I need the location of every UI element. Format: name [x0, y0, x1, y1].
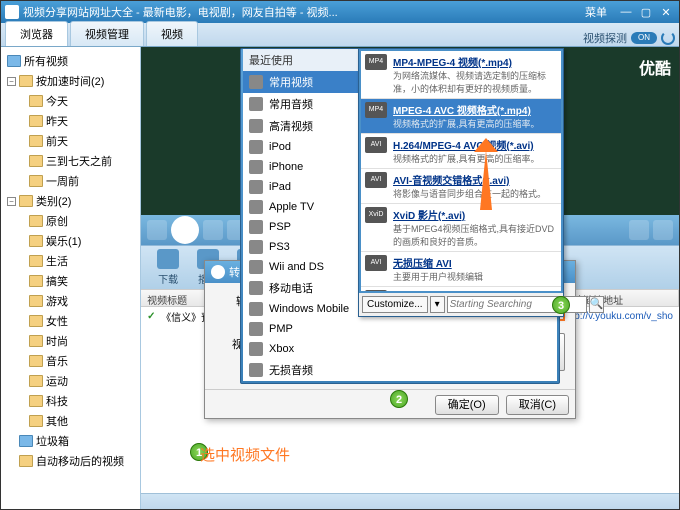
format-item[interactable]: MP4MPEG-4 AVC 视频格式(*.mp4)视频格式的扩展,具有更高的压缩… — [361, 99, 561, 134]
format-item[interactable]: AVI无损压缩 AVI主要用于用户视频编辑 — [361, 252, 561, 287]
prev-button[interactable] — [147, 220, 167, 240]
brand-watermark: 优酷 — [639, 55, 671, 79]
popup-item[interactable]: 无损音频 — [243, 359, 557, 381]
tree-by-time[interactable]: −按加速时间(2) — [3, 71, 138, 91]
format-item[interactable]: AVIH.264/MPEG-4 AVC 视频(*.avi)视频格式的扩展,具有更… — [361, 134, 561, 169]
tutorial-marker-3: 3 — [552, 296, 570, 314]
tree-yesterday[interactable]: 昨天 — [3, 111, 138, 131]
tree-fashion[interactable]: 时尚 — [3, 331, 138, 351]
tree-original[interactable]: 原创 — [3, 211, 138, 231]
format-item[interactable]: MP4MP4-MPEG-4 视频(*.mp4)为网络流媒体、视频请选定制的压缩标… — [361, 51, 561, 99]
detect-toggle[interactable]: ON — [631, 32, 657, 44]
minimize-button[interactable]: — — [617, 5, 635, 19]
tree-category[interactable]: −类别(2) — [3, 191, 138, 211]
next-button[interactable] — [203, 220, 223, 240]
tab-video-manager[interactable]: 视频管理 — [70, 21, 144, 46]
format-menu: MP4MP4-MPEG-4 视频(*.mp4)为网络流媒体、视频请选定制的压缩标… — [358, 48, 564, 317]
tutorial-callout: 选中视频文件 — [200, 444, 290, 465]
search-button[interactable]: 🔍 — [589, 296, 605, 313]
format-item[interactable]: XviDXviD 影片(*.avi)基于MPEG4视频压缩格式,具有接近DVD的… — [361, 204, 561, 252]
customize-button[interactable]: Customize... — [362, 296, 428, 313]
ok-button[interactable]: 确定(O) — [435, 395, 499, 415]
tree-today[interactable]: 今天 — [3, 91, 138, 111]
window-title: 视频分享网站网址大全 - 最新电影，电视剧，网友自拍等 - 视频... — [23, 4, 585, 20]
tree-life[interactable]: 生活 — [3, 251, 138, 271]
tree-auto-move[interactable]: 自动移动后的视频 — [3, 451, 138, 471]
settings-icon — [211, 265, 225, 279]
status-bar — [141, 493, 679, 509]
close-button[interactable]: ✕ — [657, 5, 675, 19]
check-icon: ✓ — [141, 309, 155, 324]
fullscreen-button[interactable] — [653, 220, 673, 240]
tree-entertainment[interactable]: 娱乐(1) — [3, 231, 138, 251]
tree-female[interactable]: 女性 — [3, 311, 138, 331]
tree-recycle[interactable]: 垃圾箱 — [3, 431, 138, 451]
refresh-icon[interactable] — [661, 31, 675, 45]
tree-music[interactable]: 音乐 — [3, 351, 138, 371]
menu-label[interactable]: 菜单 — [585, 4, 607, 20]
cancel-button[interactable]: 取消(C) — [506, 395, 569, 415]
customize-dropdown[interactable]: ▾ — [430, 296, 445, 313]
sidebar: 所有视频 −按加速时间(2) 今天 昨天 前天 三到七天之前 一周前 −类别(2… — [1, 47, 141, 509]
tree-sports[interactable]: 运动 — [3, 371, 138, 391]
tree-travel[interactable]: 游戏 — [3, 291, 138, 311]
popup-item[interactable]: Xbox — [243, 339, 557, 359]
tab-video[interactable]: 视频 — [146, 21, 198, 46]
popup-item[interactable]: PMP — [243, 319, 557, 339]
tree-tech[interactable]: 科技 — [3, 391, 138, 411]
format-item[interactable]: AVIAVI-音视频交错格式(*.avi)将影像与语音同步组合在一起的格式。 — [361, 169, 561, 204]
tree-all-videos[interactable]: 所有视频 — [3, 51, 138, 71]
format-item[interactable]: AVIDV 编码的AVI(*.avi)主要用于用户视频编辑 — [361, 287, 561, 291]
play-button[interactable] — [171, 216, 199, 244]
download-button[interactable]: 下载 — [149, 247, 187, 288]
volume-button[interactable] — [629, 220, 649, 240]
tutorial-marker-2: 2 — [390, 390, 408, 408]
tree-week-ago[interactable]: 一周前 — [3, 171, 138, 191]
tutorial-arrow — [480, 150, 492, 210]
app-icon — [5, 5, 19, 19]
tree-funny[interactable]: 搞笑 — [3, 271, 138, 291]
detect-label: 视频探测 — [583, 30, 627, 46]
maximize-button[interactable]: ▢ — [637, 5, 655, 19]
tab-browser[interactable]: 浏览器 — [5, 21, 68, 46]
tree-three-seven[interactable]: 三到七天之前 — [3, 151, 138, 171]
tree-other[interactable]: 其他 — [3, 411, 138, 431]
tree-day-before[interactable]: 前天 — [3, 131, 138, 151]
